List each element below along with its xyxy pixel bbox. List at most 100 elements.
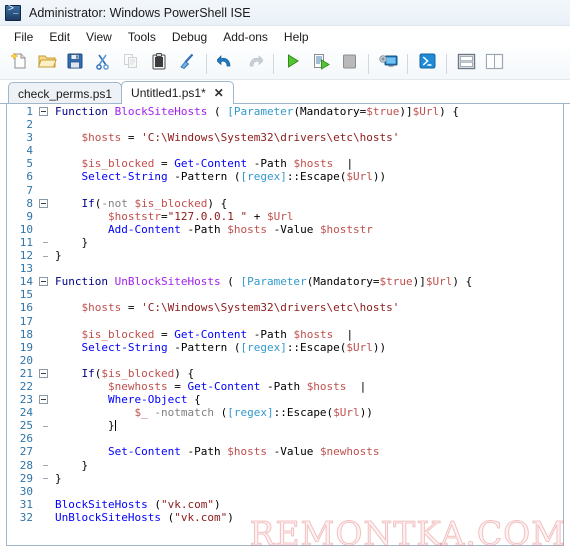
cut-scissors-icon (95, 53, 111, 75)
line-number: 24 (19, 406, 33, 420)
line-number: 10 (19, 222, 33, 236)
line-number: 4 (26, 144, 33, 158)
code-line[interactable]: 17 (7, 315, 563, 328)
redo-button (241, 51, 267, 77)
toolbar (0, 48, 570, 80)
code-line[interactable]: 1 Function BlockSiteHosts ( [Parameter(Ma… (7, 105, 563, 118)
code-text: $hosts = 'C:\Windows\System32\drivers\et… (81, 301, 400, 315)
fold-box[interactable] (38, 107, 48, 117)
code-text: Add-Content -Path $hosts -Value $hoststr (107, 222, 373, 236)
tab-label: check_perms.ps1 (18, 86, 113, 101)
line-number: 27 (19, 445, 33, 459)
copy-button (118, 51, 144, 77)
fold-collapse-icon[interactable] (35, 107, 51, 117)
undo-button[interactable] (213, 51, 239, 77)
code-line[interactable]: 26 (7, 432, 563, 445)
run-selection-button[interactable] (308, 51, 334, 77)
code-line[interactable]: 11 } (7, 236, 563, 249)
code-text: Where-Object { (107, 393, 201, 407)
code-line[interactable]: 31 BlockSiteHosts ("vk.com") (7, 498, 563, 511)
code-line[interactable]: 3 $hosts = 'C:\Windows\System32\drivers\… (7, 131, 563, 144)
menu-add-ons[interactable]: Add-ons (215, 28, 276, 46)
code-text: Function BlockSiteHosts ( [Parameter(Man… (55, 105, 460, 118)
run-script-button[interactable] (280, 51, 306, 77)
new-remote-tab-button[interactable] (375, 51, 401, 77)
code-line[interactable]: 8 If(-not $is_blocked) { (7, 197, 563, 210)
code-text: $_ -notmatch ([regex]::Escape($Url)) (134, 406, 373, 420)
line-number: 16 (19, 301, 33, 315)
new-script-button[interactable] (6, 51, 32, 77)
menu-view[interactable]: View (78, 28, 120, 46)
code-line[interactable]: 22 $newhosts = Get-Content -Path $hosts … (7, 380, 563, 393)
start-powershell-button[interactable] (414, 51, 440, 77)
code-line[interactable]: 6 Select-String -Pattern ([regex]::Escap… (7, 170, 563, 183)
code-line[interactable]: 13 (7, 262, 563, 275)
code-line[interactable]: 28 } (7, 459, 563, 472)
code-line[interactable]: 20 (7, 354, 563, 367)
show-script-pane-right-button[interactable] (481, 51, 507, 77)
line-number: 23 (19, 393, 33, 407)
fold-collapse-icon[interactable] (35, 198, 51, 208)
code-line[interactable]: 25 } (7, 419, 563, 432)
code-text: } (55, 249, 62, 263)
clear-console-button[interactable] (174, 51, 200, 77)
fold-collapse-icon[interactable] (35, 368, 51, 378)
code-editor[interactable]: 1 Function BlockSiteHosts ( [Parameter(Ma… (7, 104, 563, 545)
code-line[interactable]: 4 (7, 144, 563, 157)
code-text: } (55, 458, 89, 472)
menu-file[interactable]: File (6, 28, 41, 46)
line-number: 2 (26, 118, 33, 132)
code-line[interactable]: 19 Select-String -Pattern ([regex]::Esca… (7, 341, 563, 354)
menu-edit[interactable]: Edit (41, 28, 78, 46)
line-number: 32 (19, 510, 33, 524)
paste-clipboard-icon (152, 52, 166, 75)
toolbar-separator-1 (206, 53, 207, 74)
code-line[interactable]: 7 (7, 184, 563, 197)
code-text: BlockSiteHosts ("vk.com") (55, 497, 221, 511)
code-line[interactable]: 29} (7, 472, 563, 485)
fold-collapse-icon[interactable] (35, 277, 51, 287)
fold-box[interactable] (38, 198, 48, 208)
run-selection-icon (313, 53, 330, 75)
fold-box[interactable] (38, 395, 48, 405)
fold-box[interactable] (38, 368, 48, 378)
code-text: $is_blocked = Get-Content -Path $hosts | (81, 327, 354, 341)
code-line[interactable]: 16 $hosts = 'C:\Windows\System32\drivers… (7, 301, 563, 314)
code-text: If(-not $is_blocked) { (81, 196, 228, 210)
tab-check-perms[interactable]: check_perms.ps1 (8, 82, 123, 104)
menu-tools[interactable]: Tools (120, 28, 164, 46)
open-script-button[interactable] (34, 51, 60, 77)
code-line[interactable]: 21 If($is_blocked) { (7, 367, 563, 380)
code-text: Function UnBlockSiteHosts ( [Parameter(M… (55, 275, 473, 289)
code-line[interactable]: 15 (7, 288, 563, 301)
menu-debug[interactable]: Debug (164, 28, 215, 46)
tab-untitled1[interactable]: Untitled1.ps1* ✕ (121, 81, 234, 104)
code-line[interactable]: 27 Set-Content -Path $hosts -Value $newh… (7, 445, 563, 458)
pane-top-layout-icon (457, 53, 476, 75)
code-line[interactable]: 9 $hoststr="127.0.0.1 " + $Url (7, 210, 563, 223)
save-button[interactable] (62, 51, 88, 77)
code-line[interactable]: 2 (7, 118, 563, 131)
line-number: 30 (19, 484, 33, 498)
code-line[interactable]: 5 $is_blocked = Get-Content -Path $hosts… (7, 157, 563, 170)
cut-button[interactable] (90, 51, 116, 77)
code-line[interactable]: 10 Add-Content -Path $hosts -Value $host… (7, 223, 563, 236)
code-line[interactable]: 18 $is_blocked = Get-Content -Path $host… (7, 328, 563, 341)
code-text: If($is_blocked) { (81, 366, 195, 380)
paste-button[interactable] (146, 51, 172, 77)
fold-collapse-icon[interactable] (35, 395, 51, 405)
code-line[interactable]: 23 Where-Object { (7, 393, 563, 406)
script-pane[interactable]: 1 Function BlockSiteHosts ( [Parameter(Ma… (6, 104, 564, 546)
fold-box[interactable] (38, 277, 48, 287)
code-text: $newhosts = Get-Content -Path $hosts | (107, 379, 367, 393)
code-line[interactable]: 12} (7, 249, 563, 262)
code-line[interactable]: 30 (7, 485, 563, 498)
code-text: Set-Content -Path $hosts -Value $newhost… (107, 445, 380, 459)
menu-help[interactable]: Help (276, 28, 317, 46)
show-script-pane-top-button[interactable] (453, 51, 479, 77)
code-line[interactable]: 24 $_ -notmatch ([regex]::Escape($Url)) (7, 406, 563, 419)
close-icon[interactable]: ✕ (214, 87, 224, 99)
code-line[interactable]: 14 Function UnBlockSiteHosts ( [Parameter… (7, 275, 563, 288)
code-line[interactable]: 32 UnBlockSiteHosts ("vk.com") (7, 511, 563, 524)
code-text: } (55, 419, 116, 433)
